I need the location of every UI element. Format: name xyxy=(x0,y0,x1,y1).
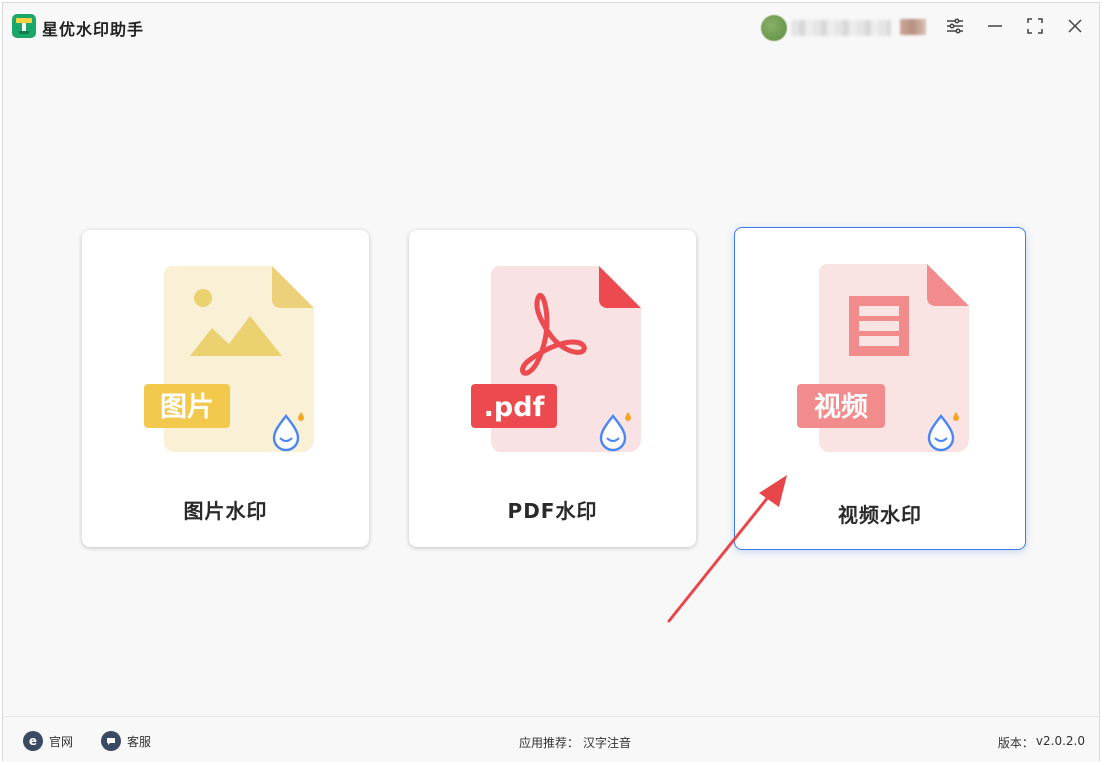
title-bar: 星优水印助手 xyxy=(3,3,1099,49)
chat-bubble-icon xyxy=(101,731,121,751)
status-footer: e 官网 客服 应用推荐： 汉字注音 版本： v2.0.2.0 xyxy=(3,716,1099,762)
support-label: 客服 xyxy=(127,734,152,749)
user-account[interactable] xyxy=(758,15,928,41)
support-link[interactable]: 客服 xyxy=(101,731,151,751)
website-link[interactable]: e 官网 xyxy=(23,731,73,751)
pdf-badge-text: .pdf xyxy=(484,392,545,423)
browser-icon: e xyxy=(23,731,43,751)
app-title: 星优水印助手 xyxy=(42,20,145,39)
card-label: 图片水印 xyxy=(183,499,268,523)
app-logo-icon xyxy=(12,14,36,38)
version-number: v2.0.2.0 xyxy=(1035,734,1085,748)
minimize-button[interactable] xyxy=(984,15,1006,37)
close-icon xyxy=(1068,19,1082,33)
website-label: 官网 xyxy=(49,734,74,749)
sliders-icon xyxy=(947,18,963,34)
app-window: 星优水印助手 图片 图片水印 .pdf PDF水印 视频 视频水印 e 官网 客… xyxy=(2,2,1100,762)
card-label: 视频水印 xyxy=(838,503,922,527)
version-prefix: 版本： xyxy=(997,736,1034,750)
recommend-prefix: 应用推荐： xyxy=(519,736,580,750)
video-watermark-card[interactable]: 视频 视频水印 xyxy=(734,227,1026,550)
image-watermark-card[interactable]: 图片 图片水印 xyxy=(82,230,369,547)
video-badge-text: 视频 xyxy=(814,392,868,423)
recommend-app-link[interactable]: 汉字注音 xyxy=(583,734,631,751)
maximize-icon xyxy=(1027,18,1043,34)
vip-badge-redacted xyxy=(900,19,926,35)
pdf-watermark-card[interactable]: .pdf PDF水印 xyxy=(409,230,696,547)
app-recommendation: 应用推荐： 汉字注音 xyxy=(519,734,631,751)
version-info: 版本： v2.0.2.0 xyxy=(998,734,1085,751)
close-button[interactable] xyxy=(1064,15,1086,37)
settings-button[interactable] xyxy=(944,15,966,37)
image-badge-text: 图片 xyxy=(160,392,214,423)
maximize-button[interactable] xyxy=(1024,15,1046,37)
avatar[interactable] xyxy=(761,15,787,41)
card-label: PDF水印 xyxy=(507,499,598,523)
minimize-icon xyxy=(988,25,1002,27)
username-redacted xyxy=(791,20,891,36)
